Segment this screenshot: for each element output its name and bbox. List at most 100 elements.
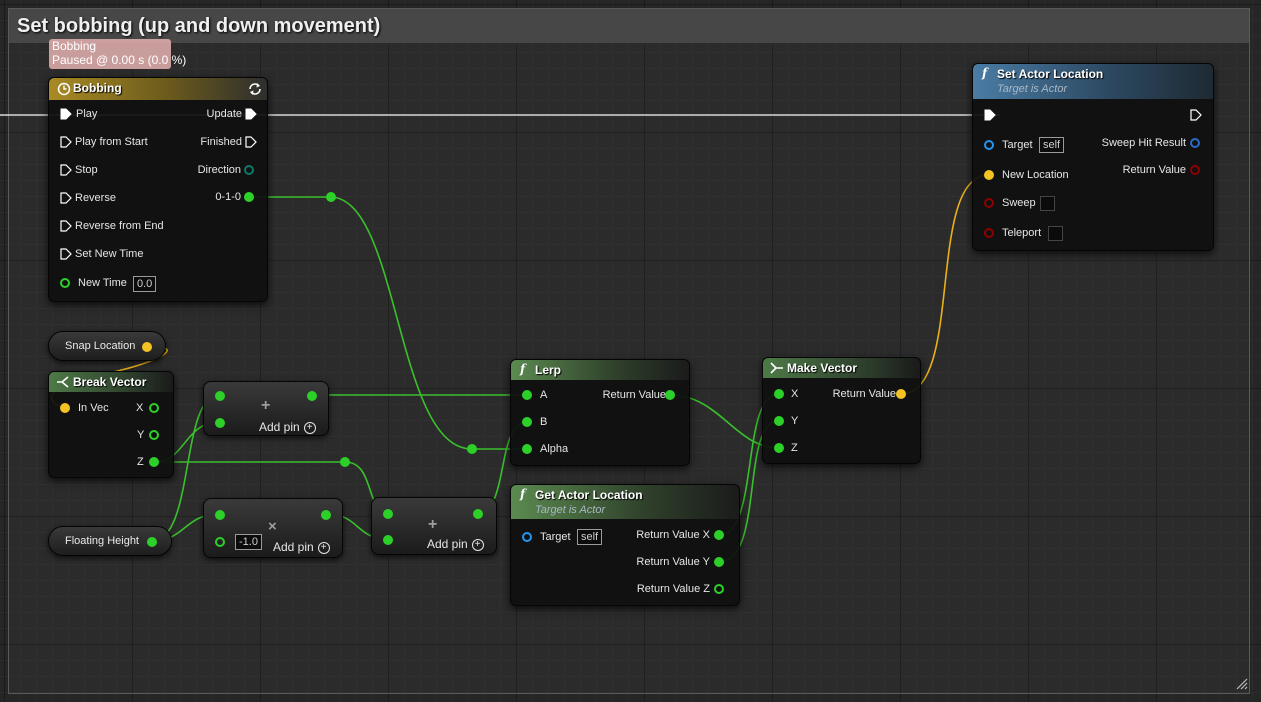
- exec-pin-icon[interactable]: [60, 192, 72, 204]
- vector-pin-icon[interactable]: [60, 403, 70, 413]
- vector-pin-icon[interactable]: [896, 389, 906, 399]
- timeline-direction-pin[interactable]: Direction: [170, 163, 258, 179]
- get-actor-location-y-pin[interactable]: Return Value Y: [620, 555, 728, 571]
- lerp-b-pin[interactable]: B: [522, 415, 562, 431]
- object-pin-icon[interactable]: [522, 532, 532, 542]
- timeline-reverse-from-end-pin[interactable]: Reverse from End: [60, 219, 210, 235]
- snap-location-variable[interactable]: Snap Location: [48, 331, 166, 361]
- float-pin-icon[interactable]: [60, 278, 70, 288]
- object-pin-icon[interactable]: [984, 140, 994, 150]
- float-pin-icon[interactable]: [714, 584, 724, 594]
- timeline-new-time-pin[interactable]: New Time 0.0: [60, 276, 170, 292]
- get-actor-location-header[interactable]: f Get Actor Location Target is Actor: [511, 485, 739, 519]
- add-pin-button[interactable]: Add pin +: [273, 540, 330, 554]
- float-pin-icon[interactable]: [307, 391, 317, 401]
- timeline-0-1-0-pin[interactable]: 0-1-0: [170, 190, 258, 206]
- float-pin-icon[interactable]: [714, 530, 724, 540]
- bool-pin-icon[interactable]: [984, 228, 994, 238]
- exec-pin-icon[interactable]: [60, 164, 72, 176]
- float-pin-icon[interactable]: [149, 403, 159, 413]
- set-actor-location-new-location-pin[interactable]: New Location: [984, 168, 1084, 184]
- timeline-update-pin[interactable]: Update: [180, 107, 258, 123]
- float-pin-icon[interactable]: [714, 557, 724, 567]
- exec-pin-icon[interactable]: [60, 108, 72, 120]
- set-actor-location-header[interactable]: f Set Actor Location Target is Actor: [973, 64, 1213, 99]
- timeline-header[interactable]: Bobbing: [49, 78, 267, 100]
- get-actor-location-z-pin[interactable]: Return Value Z: [620, 582, 728, 598]
- timeline-play-pin[interactable]: Play: [60, 107, 180, 123]
- float-pin-icon[interactable]: [215, 537, 225, 547]
- sweep-checkbox[interactable]: [1040, 196, 1055, 211]
- make-vector-x-pin[interactable]: X: [774, 387, 814, 403]
- timeline-stop-pin[interactable]: Stop: [60, 163, 160, 179]
- float-pin-icon[interactable]: [522, 390, 532, 400]
- add-pin-button[interactable]: Add pin +: [427, 537, 484, 551]
- make-vector-header[interactable]: Make Vector: [763, 358, 920, 378]
- new-time-input[interactable]: 0.0: [133, 276, 157, 292]
- add-node-2[interactable]: + Add pin +: [371, 497, 497, 555]
- target-self-field[interactable]: self: [1039, 137, 1065, 153]
- break-vector-x-pin[interactable]: X: [134, 401, 164, 417]
- float-pin-icon[interactable]: [321, 510, 331, 520]
- lerp-a-pin[interactable]: A: [522, 388, 562, 404]
- lerp-alpha-pin[interactable]: Alpha: [522, 442, 582, 458]
- break-vector-y-pin[interactable]: Y: [134, 428, 164, 444]
- set-actor-location-return-value-pin[interactable]: Return Value: [1100, 163, 1204, 179]
- lerp-header[interactable]: f Lerp: [511, 360, 689, 380]
- float-pin-icon[interactable]: [522, 417, 532, 427]
- floating-height-variable[interactable]: Floating Height: [48, 526, 172, 556]
- vector-pin-icon[interactable]: [142, 342, 152, 352]
- add-pin-button[interactable]: Add pin +: [259, 420, 316, 434]
- float-pin-icon[interactable]: [149, 430, 159, 440]
- float-pin-icon[interactable]: [147, 537, 157, 547]
- teleport-checkbox[interactable]: [1048, 226, 1063, 241]
- float-pin-icon[interactable]: [522, 444, 532, 454]
- set-actor-location-teleport-pin[interactable]: Teleport: [984, 226, 1074, 242]
- bool-pin-icon[interactable]: [1190, 165, 1200, 175]
- set-actor-location-node[interactable]: f Set Actor Location Target is Actor: [972, 63, 1214, 251]
- timeline-reverse-pin[interactable]: Reverse: [60, 191, 160, 207]
- float-pin-icon[interactable]: [665, 390, 675, 400]
- make-vector-z-pin[interactable]: Z: [774, 441, 814, 457]
- float-pin-icon[interactable]: [244, 192, 254, 202]
- bool-pin-icon[interactable]: [984, 198, 994, 208]
- float-pin-icon[interactable]: [774, 416, 784, 426]
- blueprint-graph-canvas[interactable]: Set bobbing (up and down movement) Bobbi…: [0, 0, 1261, 702]
- exec-pin-icon[interactable]: [60, 220, 72, 232]
- float-pin-icon[interactable]: [215, 418, 225, 428]
- float-pin-icon[interactable]: [383, 509, 393, 519]
- exec-pin-icon[interactable]: [60, 136, 72, 148]
- break-vector-z-pin[interactable]: Z: [134, 455, 164, 471]
- break-vector-in-vec-pin[interactable]: In Vec: [60, 401, 140, 417]
- float-pin-icon[interactable]: [215, 510, 225, 520]
- vector-pin-icon[interactable]: [984, 170, 994, 180]
- get-actor-location-target-pin[interactable]: Target self: [522, 529, 622, 546]
- exec-pin-icon[interactable]: [245, 136, 257, 148]
- make-vector-y-pin[interactable]: Y: [774, 414, 814, 430]
- add-node-1[interactable]: + Add pin +: [203, 381, 329, 436]
- multiply-node[interactable]: -1.0 × Add pin +: [203, 498, 343, 558]
- make-vector-return-pin[interactable]: Return Value: [820, 387, 910, 403]
- enum-pin-icon[interactable]: [244, 165, 254, 175]
- loop-icon[interactable]: [247, 81, 263, 97]
- float-pin-icon[interactable]: [473, 509, 483, 519]
- exec-out-pin-icon[interactable]: [1190, 109, 1203, 122]
- timeline-set-new-time-pin[interactable]: Set New Time: [60, 247, 190, 263]
- exec-pin-icon[interactable]: [245, 108, 257, 120]
- float-pin-icon[interactable]: [149, 457, 159, 467]
- float-pin-icon[interactable]: [774, 389, 784, 399]
- set-actor-location-sweep-hit-result-pin[interactable]: Sweep Hit Result: [1090, 136, 1204, 152]
- float-pin-icon[interactable]: [383, 535, 393, 545]
- exec-pin-icon[interactable]: [60, 248, 72, 260]
- struct-pin-icon[interactable]: [1190, 138, 1200, 148]
- timeline-finished-pin[interactable]: Finished: [170, 135, 258, 151]
- multiply-value-input[interactable]: -1.0: [235, 534, 262, 550]
- float-pin-icon[interactable]: [774, 443, 784, 453]
- target-self-field[interactable]: self: [577, 529, 603, 545]
- get-actor-location-x-pin[interactable]: Return Value X: [620, 528, 728, 544]
- exec-in-pin-icon[interactable]: [984, 109, 997, 122]
- set-actor-location-sweep-pin[interactable]: Sweep: [984, 196, 1064, 212]
- set-actor-location-target-pin[interactable]: Target self: [984, 137, 1084, 154]
- lerp-return-pin[interactable]: Return Value: [590, 388, 680, 404]
- break-vector-header[interactable]: Break Vector: [49, 372, 173, 392]
